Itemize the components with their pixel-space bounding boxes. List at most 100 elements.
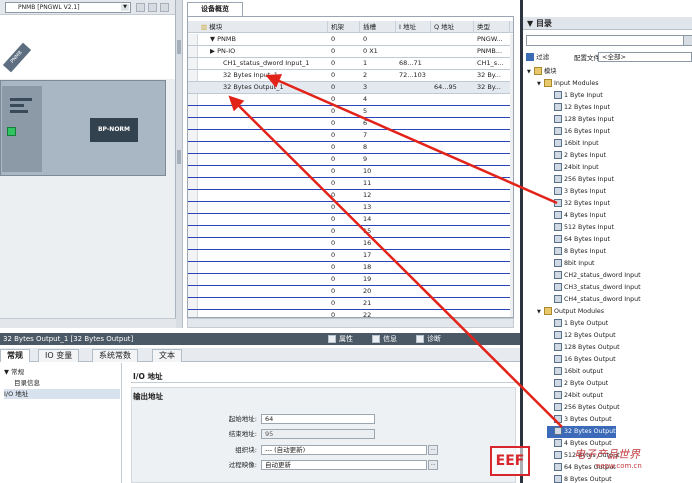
catalog-item[interactable]: CH3_status_dword Input <box>547 282 641 294</box>
filter-checkbox[interactable] <box>526 53 534 61</box>
table-row[interactable]: 0 16 <box>188 238 513 250</box>
column-header-module[interactable]: ▥ 模块 <box>198 21 328 33</box>
table-row[interactable]: ▶ PN-IO 0 0 X1 PNMB... <box>188 46 513 58</box>
property-nav: ▼ 常规 目录信息 I/O 地址 <box>0 363 122 483</box>
chevron-down-icon[interactable]: ▼ <box>537 78 544 90</box>
table-horizontal-scrollbar[interactable] <box>187 318 514 328</box>
grid-icon[interactable] <box>148 3 157 12</box>
search-icon[interactable] <box>683 35 692 46</box>
chevron-down-icon[interactable]: ▼ <box>527 66 534 78</box>
column-header-slot[interactable]: 插槽 <box>360 21 396 33</box>
catalog-item[interactable]: 64 Bytes Input <box>547 234 610 246</box>
catalog-item[interactable]: 24bit Input <box>547 162 599 174</box>
view-icon[interactable] <box>160 3 169 12</box>
table-cell-module <box>198 214 328 225</box>
catalog-item[interactable]: ▼ Input Modules <box>537 78 598 90</box>
table-row[interactable]: 0 11 <box>188 178 513 190</box>
catalog-item[interactable]: 256 Bytes Output <box>547 402 620 414</box>
tab-general[interactable]: 常规 <box>0 349 30 362</box>
profile-select[interactable]: <全部> <box>598 52 692 62</box>
catalog-search-input[interactable] <box>526 35 688 46</box>
property-nav-item[interactable]: 目录信息 <box>14 378 120 388</box>
table-row[interactable]: 0 12 <box>188 190 513 202</box>
process-image-browse-button[interactable]: ... <box>428 460 438 470</box>
catalog-item[interactable]: 32 Bytes Input <box>547 198 610 210</box>
property-nav-item[interactable]: I/O 地址 <box>4 389 120 399</box>
collapse-handle[interactable] <box>177 40 181 54</box>
chevron-down-icon[interactable]: ▼ <box>121 4 129 11</box>
tab-device-overview[interactable]: 设备概览 <box>187 2 243 16</box>
catalog-item[interactable]: 16bit output <box>547 366 603 378</box>
device-select[interactable]: PNMB [PNGWL V2.1] ▼ <box>5 2 131 13</box>
catalog-item[interactable]: 3 Bytes Input <box>547 186 606 198</box>
property-nav-item[interactable]: ▼ 常规 <box>4 367 120 377</box>
catalog-item[interactable]: 128 Bytes Input <box>547 114 614 126</box>
catalog-item[interactable]: CH2_status_dword Input <box>547 270 641 282</box>
column-header-q-address[interactable]: Q 地址 <box>431 21 474 33</box>
catalog-item[interactable]: 12 Bytes Output <box>547 330 616 342</box>
table-row[interactable]: 07 <box>188 130 513 142</box>
catalog-item[interactable]: 256 Bytes Input <box>547 174 614 186</box>
tab-info[interactable]: 信息 <box>371 333 397 345</box>
catalog-item[interactable]: 2 Byte Output <box>547 378 608 390</box>
organization-block-field[interactable]: --- (自动更新) <box>261 445 427 455</box>
table-row[interactable]: 0 15 <box>188 226 513 238</box>
zoom-icon[interactable] <box>136 3 145 12</box>
catalog-item[interactable]: 1 Byte Output <box>547 318 608 330</box>
catalog-item[interactable]: 8 Bytes Input <box>547 246 606 258</box>
table-cell-type <box>474 214 510 225</box>
catalog-item[interactable]: 16 Bytes Output <box>547 354 616 366</box>
organization-block-browse-button[interactable]: ... <box>428 445 438 455</box>
table-row[interactable]: 32 Bytes Output_1 0 3 64...95 32 By... <box>188 82 513 94</box>
tab-system-constants[interactable]: 系统常数 <box>92 349 138 362</box>
table-row[interactable]: 0 19 <box>188 274 513 286</box>
device-view-scrollbar[interactable] <box>0 318 176 328</box>
table-row[interactable]: 0 22 <box>188 310 513 317</box>
table-row[interactable]: CH1_status_dword Input_1 0 1 68...71 CH1_s..… <box>188 58 513 70</box>
table-row[interactable]: 06 <box>188 118 513 130</box>
column-header-type[interactable]: 类型 <box>474 21 510 33</box>
column-header-i-address[interactable]: I 地址 <box>396 21 431 33</box>
catalog-item[interactable]: CH4_status_dword Input <box>547 294 641 306</box>
table-row[interactable]: 09 <box>188 154 513 166</box>
catalog-item[interactable]: 32 Bytes Output <box>547 426 616 438</box>
table-row[interactable]: 05 <box>188 106 513 118</box>
catalog-item[interactable]: 512 Bytes Input <box>547 222 614 234</box>
catalog-item[interactable]: 12 Bytes Input <box>547 102 610 114</box>
catalog-item[interactable]: ▼ Output Modules <box>537 306 604 318</box>
table-row[interactable]: 08 <box>188 142 513 154</box>
column-header-rack[interactable]: 机架 <box>328 21 360 33</box>
tab-diagnostics[interactable]: 诊断 <box>415 333 441 345</box>
table-row[interactable]: ▼ PNMB 0 0 PNGW... <box>188 34 513 46</box>
catalog-item[interactable]: 24bit output <box>547 390 603 402</box>
process-image-field[interactable]: 自动更新 <box>261 460 427 470</box>
table-row[interactable]: 0 18 <box>188 262 513 274</box>
table-row[interactable]: 0 14 <box>188 214 513 226</box>
chevron-down-icon[interactable]: ▼ <box>537 306 544 318</box>
catalog-item[interactable]: 16bit Input <box>547 138 599 150</box>
catalog-item[interactable]: 8bit Input <box>547 258 595 270</box>
table-row[interactable]: 32 Bytes Input_1 0 2 72...103 32 By... <box>188 70 513 82</box>
collapse-handle[interactable] <box>177 150 181 164</box>
bp-norm-module[interactable]: BP-NORM <box>90 118 138 142</box>
catalog-item[interactable]: 1 Byte Input <box>547 90 603 102</box>
catalog-item[interactable]: 16 Bytes Input <box>547 126 610 138</box>
chevron-down-icon[interactable]: ▼ <box>527 19 536 28</box>
table-row[interactable]: 0 20 <box>188 286 513 298</box>
tab-texts[interactable]: 文本 <box>152 349 182 362</box>
table-row[interactable]: 0 10 <box>188 166 513 178</box>
table-row[interactable]: 04 <box>188 94 513 106</box>
tab-io-tags[interactable]: IO 变量 <box>38 349 80 362</box>
catalog-item[interactable]: 128 Bytes Output <box>547 342 620 354</box>
table-row[interactable]: 0 17 <box>188 250 513 262</box>
start-address-field[interactable]: 64 <box>261 414 375 424</box>
table-vertical-scrollbar[interactable] <box>510 34 513 317</box>
catalog-item[interactable]: 3 Bytes Output <box>547 414 612 426</box>
view-splitter[interactable] <box>176 0 183 328</box>
catalog-item[interactable]: 4 Bytes Input <box>547 210 606 222</box>
catalog-item[interactable]: 2 Bytes Input <box>547 150 606 162</box>
catalog-item[interactable]: ▼ 模块 <box>527 66 557 78</box>
table-row[interactable]: 0 13 <box>188 202 513 214</box>
table-row[interactable]: 0 21 <box>188 298 513 310</box>
tab-properties[interactable]: 属性 <box>327 333 353 345</box>
